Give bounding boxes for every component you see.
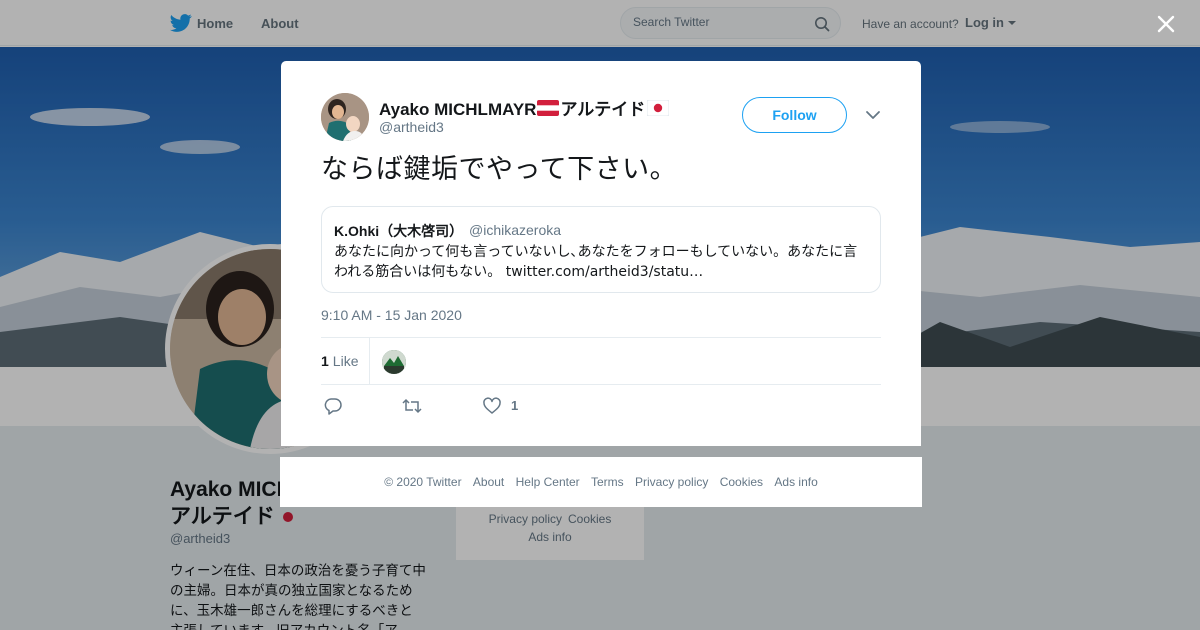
quoted-author-handle: @ichikazeroka: [469, 222, 562, 238]
footer-cookies-link[interactable]: Cookies: [720, 475, 763, 489]
tweet-modal: Ayako MICHLMAYR アルテイド @artheid3 Follow なら…: [281, 61, 921, 446]
retweet-icon[interactable]: [402, 397, 422, 415]
like-count: 1: [321, 353, 329, 369]
quoted-tweet[interactable]: K.Ohki（大木啓司） @ichikazeroka あなたに向かって何も言って…: [321, 206, 881, 293]
footer-terms-link[interactable]: Terms: [591, 475, 624, 489]
quoted-author-name: K.Ohki（大木啓司）: [334, 223, 464, 239]
chevron-down-icon[interactable]: [865, 109, 881, 121]
tweet-author-name-text: Ayako MICHLMAYR: [379, 100, 537, 119]
tweet-author-name[interactable]: Ayako MICHLMAYR アルテイド: [379, 95, 670, 120]
footer-about-link[interactable]: About: [473, 475, 504, 489]
quoted-tweet-text: あなたに向かって何も言っていないし､あなたをフォローもしていない。あなたに言われ…: [334, 242, 864, 282]
modal-footer: © 2020 Twitter About Help Center Terms P…: [280, 457, 922, 507]
like-stat[interactable]: 1 Like: [321, 353, 358, 369]
stats-divider: [369, 338, 370, 385]
like-word: Like: [332, 353, 359, 369]
tweet-timestamp[interactable]: 9:10 AM - 15 Jan 2020: [321, 307, 462, 323]
footer-copyright: © 2020 Twitter: [384, 475, 462, 489]
liker-avatar[interactable]: [382, 350, 406, 374]
tweet-text: ならば鍵垢でやって下さい。: [321, 154, 678, 185]
quoted-tweet-link[interactable]: twitter.com/artheid3/statu…: [506, 264, 703, 280]
action-like-count: 1: [511, 398, 519, 413]
footer-privacy-link[interactable]: Privacy policy: [635, 475, 708, 489]
tweet-actions: 1: [321, 395, 621, 417]
reply-icon[interactable]: [324, 397, 342, 415]
tweet-author-avatar[interactable]: [321, 93, 369, 141]
tweet-author-handle[interactable]: @artheid3: [379, 119, 444, 135]
footer-help-center-link[interactable]: Help Center: [516, 475, 580, 489]
tweet-stats: 1 Like: [321, 337, 881, 385]
japan-flag-icon: [647, 100, 670, 116]
footer-ads-info-link[interactable]: Ads info: [774, 475, 817, 489]
tweet-author-name-suffix: アルテイド: [560, 100, 646, 119]
follow-button[interactable]: Follow: [742, 97, 847, 133]
close-icon[interactable]: [1156, 14, 1176, 34]
austria-flag-icon: [537, 100, 560, 116]
heart-icon[interactable]: [483, 397, 501, 415]
